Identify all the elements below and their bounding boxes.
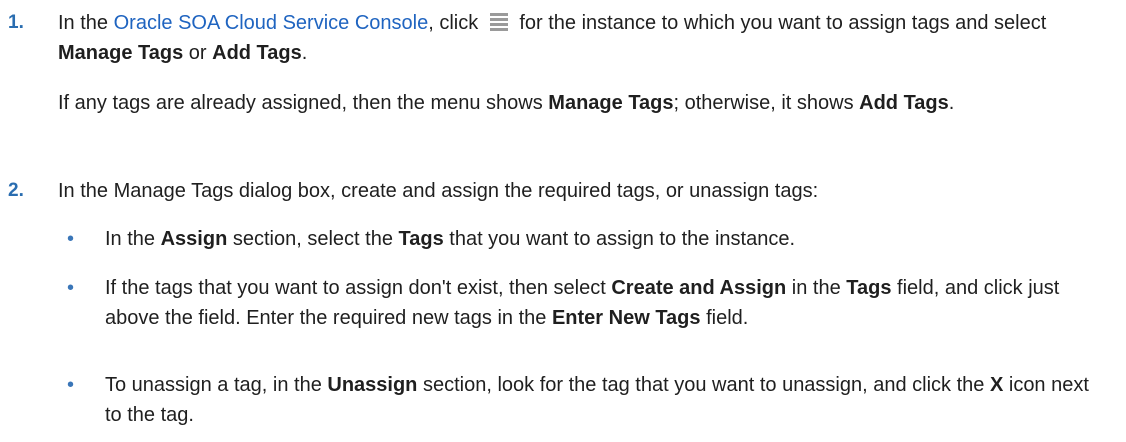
bullet-text: In the Assign section, select the Tags t… [105, 228, 796, 250]
soa-console-link[interactable]: Oracle SOA Cloud Service Console [114, 12, 429, 34]
bullet-icon: • [67, 277, 75, 299]
step-2-text: In the Manage Tags dialog box, create an… [58, 180, 819, 202]
document: 1. In the Oracle SOA Cloud Service Conso… [0, 0, 1126, 442]
manage-tags-label: Manage Tags [58, 42, 184, 64]
step-1-note: If any tags are already assigned, then t… [58, 92, 955, 114]
step-1-text: In the Oracle SOA Cloud Service Console,… [58, 12, 1047, 64]
step-number: 1. [8, 12, 24, 33]
add-tags-label: Add Tags [212, 42, 302, 64]
menu-icon [489, 13, 508, 31]
bullet-icon: • [67, 374, 75, 396]
bullet-text: To unassign a tag, in the Unassign secti… [105, 374, 1089, 426]
step-number: 2. [8, 180, 24, 201]
bullet-icon: • [67, 228, 75, 250]
bullet-text: If the tags that you want to assign don'… [105, 277, 1060, 329]
